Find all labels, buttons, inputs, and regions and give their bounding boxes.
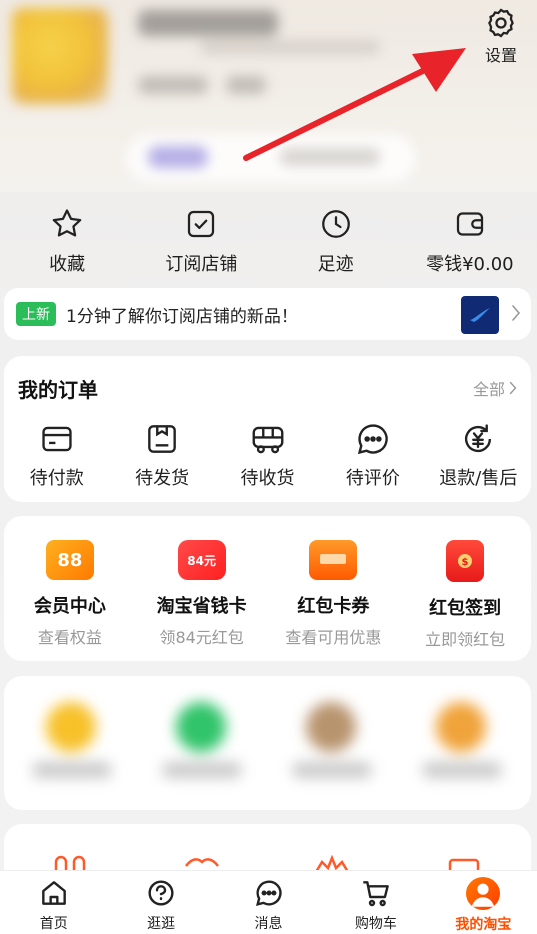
settings-button[interactable]: 设置 (472, 6, 530, 72)
member-center-sub: 查看权益 (37, 628, 102, 647)
pending-review-button[interactable]: 待评价 (320, 420, 425, 490)
quick-access-row: 收藏 订阅店铺 足迹 零钱¥0.00 (0, 192, 537, 282)
avatar[interactable] (12, 8, 108, 104)
benefits-card: 88 会员中心 查看权益 84元 淘宝省钱卡 领84元红包 红包卡券 查看可用优… (4, 516, 531, 661)
orders-title: 我的订单 (18, 378, 98, 402)
tab-explore-label: 逛逛 (147, 916, 176, 932)
tab-explore[interactable]: 逛逛 (107, 871, 214, 934)
subscribed-shops-button[interactable]: 订阅店铺 (134, 192, 268, 282)
tab-cart[interactable]: 购物车 (322, 871, 429, 934)
savings-card-label: 淘宝省钱卡 (156, 596, 247, 617)
truck-icon (252, 426, 283, 454)
username-blurred (138, 10, 278, 36)
chevron-right-icon (509, 381, 517, 395)
coupons-sub: 查看可用优惠 (285, 628, 382, 647)
card-icon (42, 426, 72, 452)
profile-stat-blurred-2 (226, 76, 266, 94)
refund-aftersales-button[interactable]: 退款/售后 (426, 420, 531, 490)
new-tag-badge: 上新 (16, 302, 56, 326)
red-packet-checkin-button[interactable]: $ 红包签到 立即领红包 (399, 516, 531, 661)
member-88-icon: 88 (45, 540, 94, 580)
coupons-label: 红包卡券 (297, 596, 370, 617)
coupon-wallet-icon (309, 540, 358, 580)
profile-header: 设置 (0, 0, 537, 192)
message-icon (255, 880, 282, 906)
tab-home[interactable]: 首页 (0, 871, 107, 934)
notice-text: 1分钟了解你订阅店铺的新品！ (66, 306, 298, 327)
pending-shipment-button[interactable]: 待发货 (109, 420, 214, 490)
explore-icon (148, 880, 174, 906)
favorites-button[interactable]: 收藏 (0, 192, 134, 282)
chat-icon (357, 424, 388, 455)
refund-icon (465, 424, 492, 453)
pending-review-label: 待评价 (345, 468, 400, 489)
wallet-icon (456, 212, 483, 236)
settings-label: 设置 (484, 46, 517, 65)
blurred-icon-3[interactable] (306, 702, 356, 752)
pending-receipt-label: 待收货 (240, 468, 295, 489)
member-center-button[interactable]: 88 会员中心 查看权益 (4, 516, 136, 661)
member-center-label: 会员中心 (33, 596, 106, 617)
red-packet-checkin-label: 红包签到 (429, 598, 502, 619)
pending-payment-button[interactable]: 待付款 (4, 420, 109, 490)
profile-icon (466, 877, 501, 910)
tab-my-taobao-label: 我的淘宝 (455, 917, 512, 933)
blurred-icon-1[interactable] (46, 702, 96, 752)
profile-subline-blurred (200, 40, 380, 54)
tab-my-taobao[interactable]: 我的淘宝 (430, 871, 537, 934)
package-icon (148, 425, 176, 453)
refund-aftersales-label: 退款/售后 (439, 468, 518, 489)
blurred-content (4, 676, 531, 810)
blurred-icon-4[interactable] (436, 702, 486, 752)
new-arrivals-notice[interactable]: 上新 1分钟了解你订阅店铺的新品！ (4, 288, 531, 340)
blurred-label-1 (32, 762, 112, 778)
my-orders-card: 我的订单 全部 待付款 待发货 待收货 待评价 退款/售后 (4, 356, 531, 502)
cart-icon (363, 881, 389, 907)
membership-badge-blurred (148, 146, 208, 168)
favorites-label: 收藏 (49, 254, 86, 275)
checkbox-icon (188, 210, 215, 238)
blurred-label-2 (162, 762, 242, 778)
coupons-button[interactable]: 红包卡券 查看可用优惠 (268, 516, 400, 661)
red-packet-checkin-sub: 立即领红包 (425, 630, 506, 649)
gear-icon (488, 8, 514, 38)
order-status-row: 待付款 待发货 待收货 待评价 退款/售后 (4, 420, 531, 490)
footprints-button[interactable]: 足迹 (269, 192, 403, 282)
all-orders-link[interactable]: 全部 (473, 376, 517, 400)
chevron-right-icon (512, 305, 521, 321)
tab-home-label: 首页 (39, 916, 68, 932)
blurred-icon-2[interactable] (176, 702, 226, 752)
pending-shipment-label: 待发货 (135, 468, 190, 489)
red-envelope-icon: $ (446, 540, 485, 582)
pending-payment-label: 待付款 (29, 468, 84, 489)
asics-logo-icon (470, 308, 490, 322)
subscribed-shops-label: 订阅店铺 (165, 254, 238, 275)
blurred-profile-info (0, 0, 537, 192)
savings-card-button[interactable]: 84元 淘宝省钱卡 领84元红包 (136, 516, 268, 661)
wallet-label: 零钱¥0.00 (426, 254, 514, 275)
clock-icon (321, 210, 350, 238)
bottom-tab-bar: 首页 逛逛 消息 购物车 我的淘宝 (0, 870, 537, 934)
blurred-label-4 (422, 762, 502, 778)
profile-stat-blurred (138, 76, 208, 94)
membership-text-blurred (280, 148, 380, 166)
pending-receipt-button[interactable]: 待收货 (215, 420, 320, 490)
tab-messages[interactable]: 消息 (215, 871, 322, 934)
savings-card-sub: 领84元红包 (159, 628, 244, 647)
all-orders-label: 全部 (472, 380, 505, 399)
shop-logo (461, 296, 499, 334)
star-icon (52, 209, 82, 237)
tab-messages-label: 消息 (254, 916, 283, 932)
blurred-label-3 (292, 762, 372, 778)
footprints-label: 足迹 (317, 254, 354, 275)
svg-text:$: $ (462, 557, 469, 568)
savings-card-icon: 84元 (177, 540, 226, 580)
tab-cart-label: 购物车 (354, 916, 397, 932)
wallet-button[interactable]: 零钱¥0.00 (403, 192, 537, 282)
home-icon (41, 881, 66, 905)
blurred-services-card (4, 676, 531, 810)
